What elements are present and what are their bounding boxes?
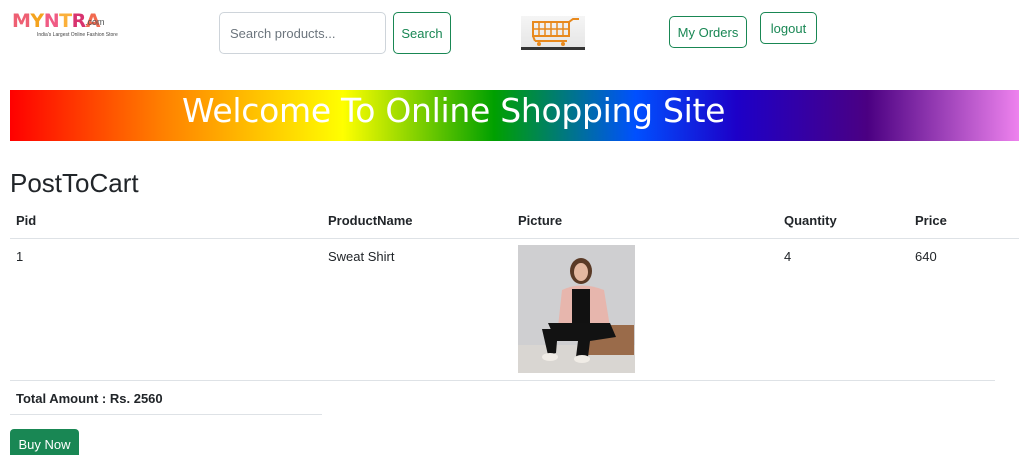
cell-product-name: Sweat Shirt (328, 249, 395, 264)
logout-button[interactable]: logout (760, 12, 817, 44)
table-header-divider (10, 238, 1019, 239)
column-header-pid: Pid (16, 213, 37, 228)
search-button[interactable]: Search (393, 12, 451, 54)
myntra-logo[interactable]: MYNTRA .com India's Largest Online Fashi… (12, 10, 120, 42)
shopping-cart-icon[interactable] (521, 16, 585, 50)
welcome-banner: Welcome To Online Shopping Site (10, 90, 1019, 141)
logo-tagline: India's Largest Online Fashion Store (37, 32, 118, 38)
total-divider (10, 414, 322, 415)
column-header-picture: Picture (518, 213, 563, 228)
cell-quantity: 4 (784, 249, 792, 264)
buy-now-button[interactable]: Buy Now (10, 429, 79, 455)
cell-price: 640 (915, 249, 937, 264)
page-title: PostToCart (10, 168, 139, 198)
search-input[interactable] (219, 12, 386, 54)
column-header-price: Price (915, 213, 947, 228)
banner-text: Welcome To Online Shopping Site (182, 91, 726, 130)
my-orders-button[interactable]: My Orders (669, 16, 747, 48)
total-amount: Total Amount : Rs. 2560 (16, 391, 163, 406)
table-row-divider (10, 380, 995, 381)
logo-dotcom: .com (85, 17, 105, 27)
product-picture (518, 245, 635, 373)
cell-pid: 1 (16, 249, 24, 264)
column-header-product-name: ProductName (328, 213, 413, 228)
column-header-quantity: Quantity (784, 213, 837, 228)
